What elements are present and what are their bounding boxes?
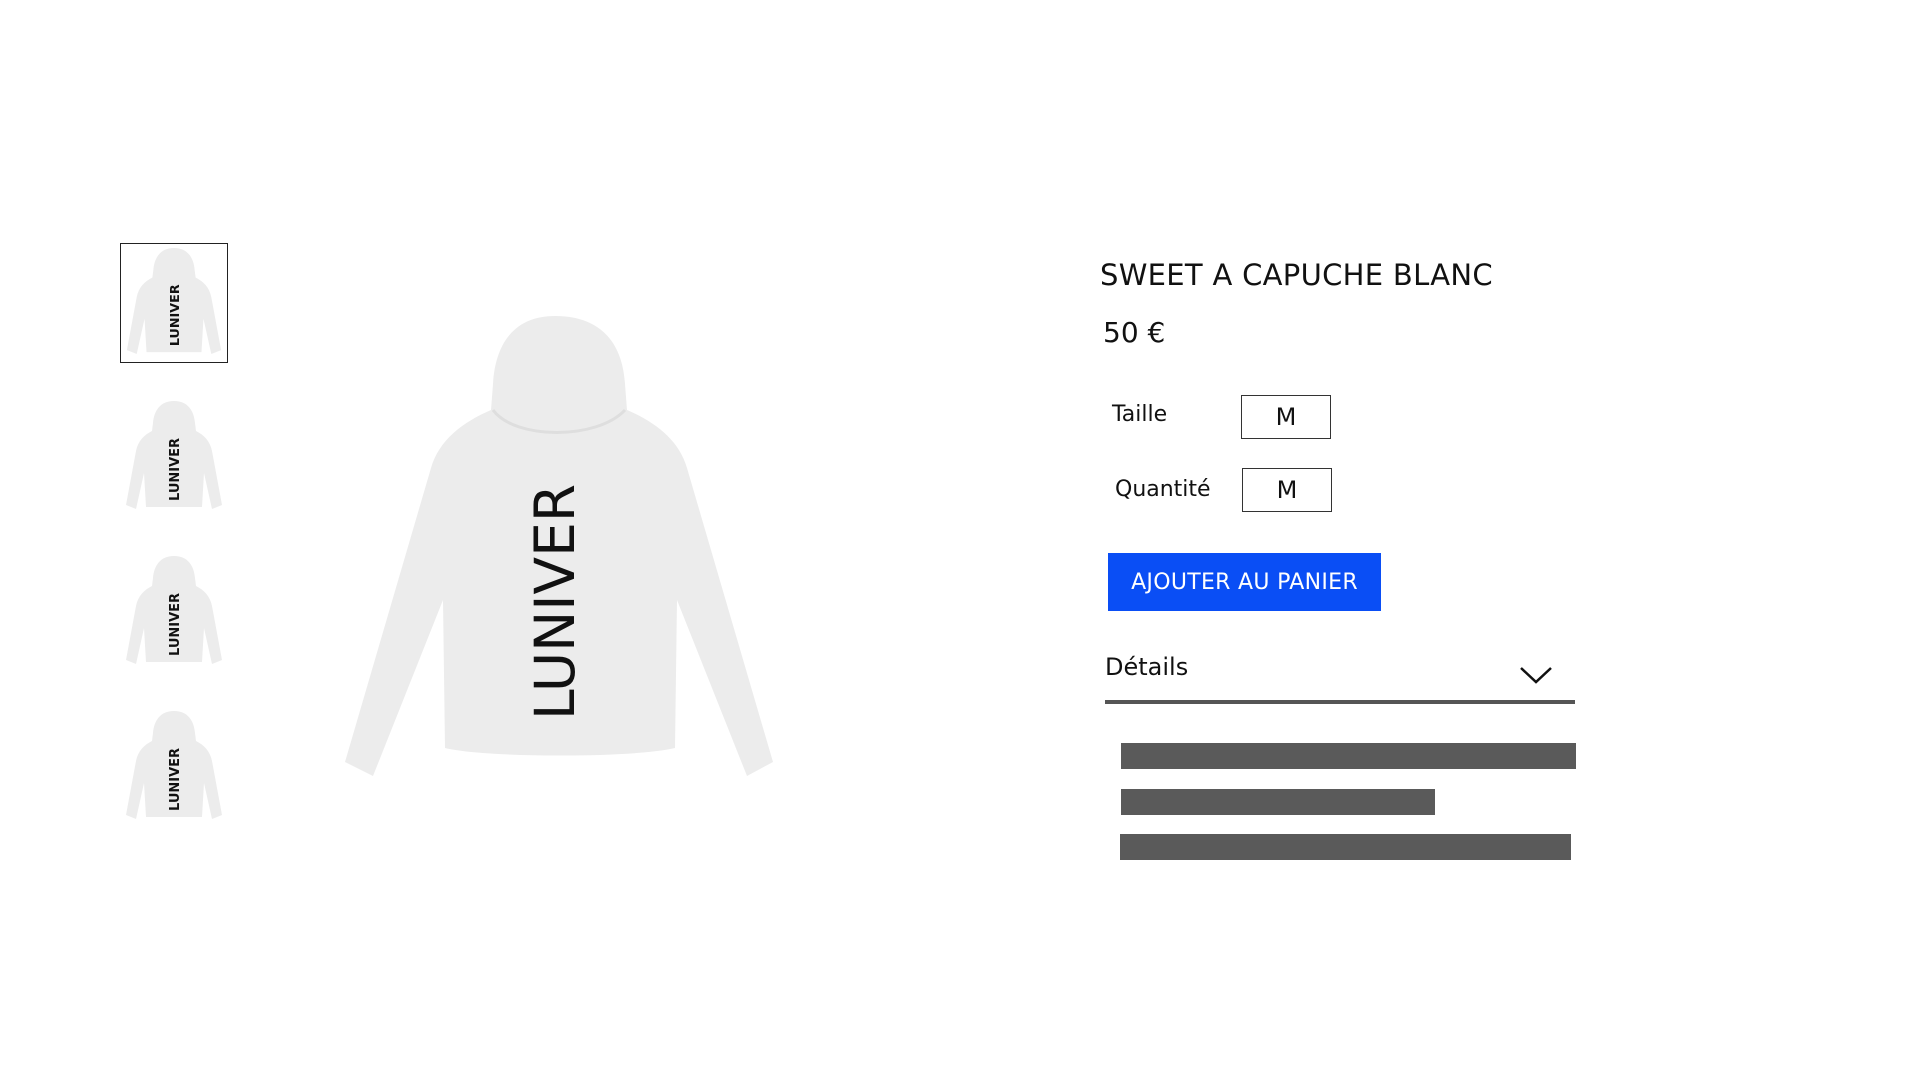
hoodie-thumbnail-image: LUNIVER [126,711,222,819]
thumbnail-2[interactable]: LUNIVER [120,397,228,517]
details-toggle[interactable]: Détails [1105,645,1575,700]
hoodie-thumbnail-image: LUNIVER [126,401,222,509]
size-label: Taille [1112,402,1168,427]
hoodie-image: LUNIVER [345,316,773,776]
thumbnail-4[interactable]: LUNIVER [120,707,228,827]
thumbnail-1[interactable]: LUNIVER [120,243,228,363]
main-print-text: LUNIVER [523,484,587,720]
product-page: LUNIVER LUNIVER LUNIVER LUNIVER LUNIVER … [0,0,1920,1080]
hoodie-thumbnail-image: LUNIVER [126,248,222,355]
description-placeholder-line-3 [1120,834,1571,860]
add-to-cart-button[interactable]: AJOUTER AU PANIER [1108,553,1381,611]
main-product-image: LUNIVER [335,300,795,800]
product-price: 50 € [1103,316,1166,349]
thumbnail-print-text: LUNIVER [168,593,183,656]
details-divider [1105,700,1575,704]
quantity-select[interactable]: M [1242,468,1332,512]
description-placeholder-line-2 [1121,789,1435,815]
thumbnail-print-text: LUNIVER [168,438,183,501]
thumbnail-3[interactable]: LUNIVER [120,552,228,672]
size-select[interactable]: M [1241,395,1331,439]
product-title: SWEET A CAPUCHE BLANC [1100,258,1493,292]
description-placeholder-line-1 [1121,743,1576,769]
details-label: Détails [1105,653,1189,681]
quantity-label: Quantité [1115,477,1211,502]
chevron-down-icon [1520,667,1552,684]
thumbnail-print-text: LUNIVER [168,284,183,346]
hoodie-thumbnail-image: LUNIVER [126,556,222,664]
thumbnail-print-text: LUNIVER [168,748,183,811]
